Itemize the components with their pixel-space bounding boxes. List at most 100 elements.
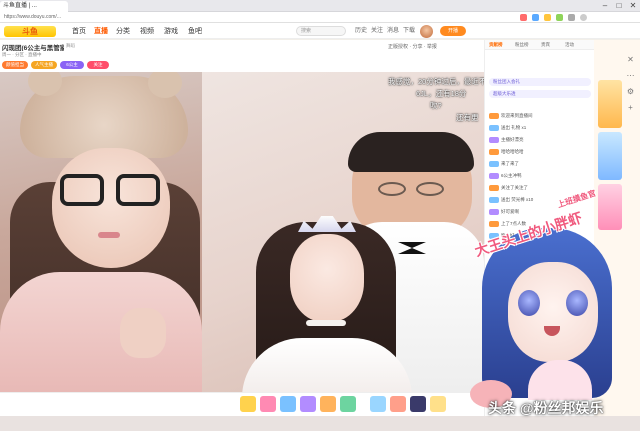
nav-item-live[interactable]: 直播 [94, 26, 108, 37]
tab-fans[interactable]: 粉丝榜 [515, 41, 529, 49]
chat-message: 6公主冲鸭 [489, 172, 593, 180]
nav-item-home[interactable]: 首页 [72, 26, 86, 37]
level-badge [489, 136, 499, 143]
download-icon[interactable]: 下载 [402, 26, 416, 37]
level-badge [489, 220, 499, 227]
hat-ear [148, 72, 182, 98]
extension-icon[interactable] [532, 14, 539, 21]
browser-tab[interactable]: 斗鱼直播 | ... [0, 1, 68, 12]
left-camera-feed [0, 72, 202, 392]
chat-tabs: 贡献榜 粉丝榜 贵宾 活动 [485, 40, 594, 50]
gift-icon[interactable] [300, 396, 316, 412]
vtuber-eye [518, 290, 540, 316]
search-input[interactable]: 搜索 [296, 26, 346, 36]
room-badge[interactable]: 颜值担当 [2, 61, 28, 69]
level-badge [489, 148, 499, 155]
painted-glasses [416, 182, 444, 196]
subtitle-line: 还有更 [456, 113, 479, 122]
gift-icon[interactable] [390, 396, 406, 412]
avatar[interactable] [420, 25, 433, 38]
minimize-button[interactable]: – [598, 0, 612, 12]
rank-banner[interactable]: 粉丝团入会礼 [489, 78, 591, 86]
extension-icon[interactable] [544, 14, 551, 21]
room-badge[interactable]: 6公主 [60, 61, 84, 69]
event-card[interactable] [598, 184, 622, 230]
video-player[interactable]: 我感觉，20分钟过后，最近不 6JL，还有18分 吹? 还有更 [0, 72, 484, 392]
face [52, 148, 170, 268]
maximize-button[interactable]: □ [612, 0, 626, 12]
man-hair [348, 132, 474, 172]
message-icon[interactable]: 消息 [386, 26, 400, 37]
level-badge [489, 160, 499, 167]
girl-face [290, 234, 364, 322]
tab-vip[interactable]: 贵宾 [541, 41, 550, 49]
gift-icon[interactable] [240, 396, 256, 412]
room-badge[interactable]: 人气主播 [31, 61, 57, 69]
pearl-necklace [306, 320, 346, 326]
nav-item-fishbar[interactable]: 鱼吧 [188, 26, 202, 37]
nav-item-game[interactable]: 游戏 [164, 26, 178, 37]
tiara [298, 216, 356, 232]
event-card[interactable] [598, 132, 622, 180]
follow-button[interactable]: 关注 [87, 61, 109, 69]
painted-glasses [378, 182, 406, 196]
level-badge [489, 112, 499, 119]
gear-icon[interactable]: ⚙ [625, 86, 636, 97]
gift-icon[interactable] [280, 396, 296, 412]
close-icon[interactable]: ✕ [625, 54, 636, 65]
follow-icon[interactable]: 关注 [370, 26, 384, 37]
level-badge [489, 184, 499, 191]
room-category-tag[interactable]: 舞蹈 [66, 43, 84, 50]
site-header: 斗鱼 首页 直播 分类 视频 游戏 鱼吧 搜索 历史 关注 消息 下载 开播 [0, 23, 640, 39]
vtuber-eye [566, 290, 588, 316]
gift-icon[interactable] [340, 396, 356, 412]
chat-message: 来了来了 [489, 160, 593, 168]
rank-banner[interactable]: 超级大乐透 [489, 90, 591, 98]
tab-contribution[interactable]: 贡献榜 [489, 41, 503, 49]
extension-icon[interactable] [568, 14, 575, 21]
open-live-button[interactable]: 开播 [440, 26, 466, 36]
extension-icon[interactable] [520, 14, 527, 21]
watermark: 头条 @粉丝邦娱乐 [488, 400, 604, 416]
right-camera-feed: 我感觉，20分钟过后，最近不 6JL，还有18分 吹? 还有更 [202, 72, 484, 392]
browser-tabbar: 斗鱼直播 | ... – □ ✕ [0, 0, 640, 12]
chat-message: 送出 礼物 x1 [489, 124, 593, 132]
history-icon[interactable]: 历史 [354, 26, 368, 37]
tab-title: 斗鱼直播 | ... [3, 3, 37, 9]
gift-icon[interactable] [430, 396, 446, 412]
chat-message: 欢迎来到直播间 [489, 112, 593, 120]
site-logo[interactable]: 斗鱼 [4, 26, 56, 37]
room-actions[interactable]: 正版授权 · 分享 · 举报 [388, 43, 480, 51]
chat-message: 主播好漂亮 [489, 136, 593, 144]
profile-icon[interactable] [580, 14, 587, 21]
room-meta: 周一 · 分区 · 直播中 [2, 52, 42, 57]
event-card[interactable] [598, 80, 622, 128]
level-badge [489, 172, 499, 179]
room-title: 闪现团(6公主与黑管家) [2, 45, 64, 51]
more-icon[interactable]: ⋯ [625, 70, 636, 81]
subtitle-line: 吹? [430, 101, 442, 110]
tab-activity[interactable]: 活动 [565, 41, 574, 49]
nav-item-video[interactable]: 视频 [140, 26, 154, 37]
gift-toolbar [0, 392, 484, 416]
chat-message: 关注了关注了 [489, 184, 593, 192]
add-icon[interactable]: + [625, 102, 636, 113]
glasses-left [60, 174, 104, 206]
nav-item-category[interactable]: 分类 [116, 26, 130, 37]
gift-icon[interactable] [260, 396, 276, 412]
gift-icon[interactable] [320, 396, 336, 412]
url-field[interactable]: https://www.douyu.com/... [4, 13, 214, 22]
gift-icon[interactable] [370, 396, 386, 412]
extension-icon[interactable] [556, 14, 563, 21]
glasses-right [116, 174, 160, 206]
hand [120, 308, 166, 358]
level-badge [489, 124, 499, 131]
close-window-button[interactable]: ✕ [626, 0, 640, 12]
gift-icon[interactable] [410, 396, 426, 412]
sweater [0, 272, 202, 392]
room-info-bar: 闪现团(6公主与黑管家) 舞蹈 周一 · 分区 · 直播中 颜值担当 人气主播 … [0, 40, 484, 72]
chat-message: 哈哈哈哈哈 [489, 148, 593, 156]
subtitle-line: 6JL，还有18分 [416, 89, 467, 98]
os-taskbar [0, 416, 640, 431]
address-bar: https://www.douyu.com/... [0, 12, 640, 23]
